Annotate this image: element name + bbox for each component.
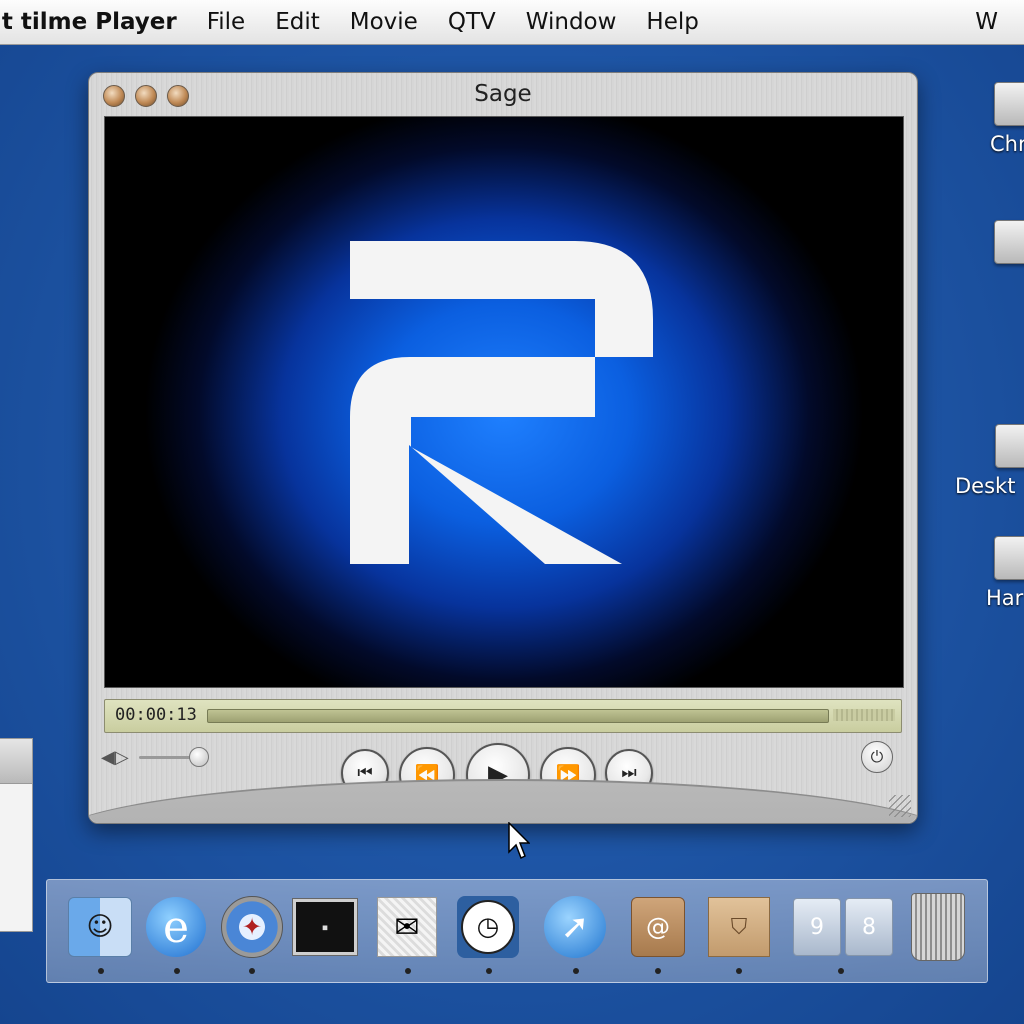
at-sign-icon: @: [631, 897, 685, 957]
clock-icon: ◷: [457, 896, 519, 958]
menu-bar: it tilme Player File Edit Movie QTV Wind…: [0, 0, 1024, 45]
dock-arrow-app[interactable]: ➚: [540, 892, 610, 962]
power-button[interactable]: ⏻: [861, 741, 893, 773]
player-window: Sage 00:00:13 ◀▷ ⏮ ⏪ ▶ ⏩ ⏭ ⏻: [88, 72, 918, 824]
dock-safari[interactable]: ✦: [217, 892, 287, 962]
app-menu[interactable]: it tilme Player: [0, 9, 177, 35]
menu-file[interactable]: File: [207, 9, 246, 35]
menubar-right-item[interactable]: W: [975, 9, 998, 35]
running-indicator: [655, 968, 661, 974]
dock-shopping-bag[interactable]: ⛉: [704, 892, 774, 962]
desktop-icon-label: Deskt: [955, 474, 1016, 498]
folders-icon: 9 8: [793, 898, 893, 956]
menu-qtv[interactable]: QTV: [448, 9, 496, 35]
background-window-titlebar[interactable]: [0, 739, 32, 784]
folder-icon: 9: [793, 898, 841, 956]
menu-window[interactable]: Window: [526, 9, 617, 35]
window-title: Sage: [474, 81, 532, 107]
background-window[interactable]: [0, 738, 33, 932]
running-indicator: [174, 968, 180, 974]
progress-scrubber[interactable]: [207, 709, 829, 723]
player-bottom-panel: [89, 771, 917, 823]
desktop-icon-drive[interactable]: [976, 220, 1024, 270]
running-indicator: [98, 968, 104, 974]
time-bar: 00:00:13: [104, 699, 902, 733]
mouse-cursor-icon: [508, 822, 530, 860]
desktop-icon-label: Har: [986, 586, 1024, 610]
compass-icon: ✦: [221, 896, 283, 958]
running-indicator: [736, 968, 742, 974]
trash-icon: [911, 893, 965, 961]
dock-folders[interactable]: 9 8: [791, 892, 895, 962]
terminal-icon: ▪: [293, 899, 357, 955]
drive-icon: [994, 82, 1024, 126]
running-indicator: [405, 968, 411, 974]
dock-clock[interactable]: ◷: [453, 892, 523, 962]
dock-terminal[interactable]: ▪: [290, 892, 360, 962]
arrow-icon: ➚: [544, 896, 606, 958]
power-icon: ⏻: [870, 747, 884, 766]
internet-explorer-icon: e: [146, 897, 206, 957]
volume-knob[interactable]: [189, 747, 209, 767]
running-indicator: [573, 968, 579, 974]
menu-movie[interactable]: Movie: [350, 9, 418, 35]
shopping-bag-icon: ⛉: [708, 897, 770, 957]
running-indicator: [486, 968, 492, 974]
running-indicator: [838, 968, 844, 974]
drive-icon: [995, 424, 1024, 468]
progress-tail: [833, 709, 895, 721]
stamp-icon: ✉: [377, 897, 437, 957]
menu-edit[interactable]: Edit: [275, 9, 320, 35]
clock-face: ◷: [461, 900, 515, 954]
video-screen[interactable]: [104, 116, 904, 688]
dock-internet-explorer[interactable]: e: [141, 892, 211, 962]
video-logo-icon: [350, 241, 653, 564]
speaker-icon: ◀▷: [101, 747, 129, 768]
running-indicator: [249, 968, 255, 974]
dock-trash[interactable]: [903, 892, 973, 962]
desktop-icon-hard-drive[interactable]: Har: [970, 536, 1024, 610]
dock: ☺ e ✦ ▪ ✉ ◷ ➚ @ ⛉ 9 8: [46, 879, 988, 983]
dock-mail[interactable]: ✉: [372, 892, 442, 962]
drive-icon: [994, 220, 1024, 264]
dock-finder[interactable]: ☺: [65, 892, 135, 962]
finder-icon: ☺: [68, 897, 132, 957]
drive-icon: [994, 536, 1024, 580]
menu-help[interactable]: Help: [646, 9, 698, 35]
timecode: 00:00:13: [115, 705, 197, 725]
volume-control[interactable]: ◀▷: [101, 745, 211, 769]
player-titlebar[interactable]: Sage: [89, 73, 917, 115]
folder-icon: 8: [845, 898, 893, 956]
dock-bag-app[interactable]: @: [623, 892, 693, 962]
desktop-icon-label: Chr: [990, 132, 1024, 156]
desktop-icon-desktop[interactable]: Deskt: [955, 424, 1024, 498]
desktop-icon-chr[interactable]: Chr: [976, 82, 1024, 156]
resize-grip[interactable]: [889, 795, 911, 817]
